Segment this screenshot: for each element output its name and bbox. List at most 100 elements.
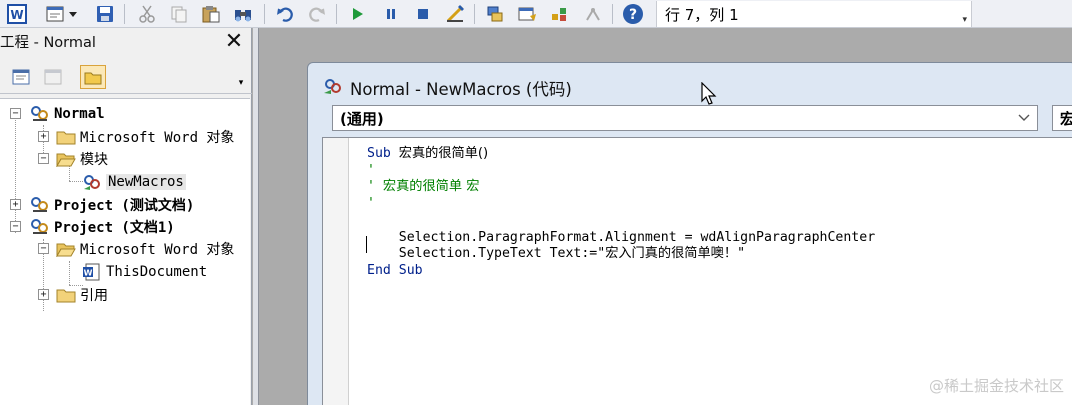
- margin-indicator-bar[interactable]: [323, 138, 349, 405]
- code-line[interactable]: ': [367, 163, 875, 180]
- code-token: 宏入门真的很简单噢！: [605, 246, 738, 262]
- toolbar-separator: [474, 4, 475, 24]
- code-token: Selection.TypeText Text:=": [367, 246, 606, 262]
- reset-icon[interactable]: [412, 3, 434, 25]
- scroll-grip-icon[interactable]: ▾: [235, 78, 247, 92]
- undo-icon[interactable]: [274, 3, 296, 25]
- close-icon[interactable]: ✕: [220, 31, 248, 55]
- paste-icon[interactable]: [200, 3, 222, 25]
- tree-node-references[interactable]: 引用: [56, 285, 108, 305]
- code-line[interactable]: Selection.TypeText Text:="宏入门真的很简单噢！": [367, 246, 875, 263]
- code-token: ': [367, 196, 375, 212]
- code-window-titlebar[interactable]: Normal - NewMacros (代码): [308, 63, 1072, 103]
- standard-toolbar: W ? 行 7，列 1 ▾: [0, 0, 1072, 28]
- collapse-toggle[interactable]: −: [10, 221, 21, 232]
- object-dropdown-value: (通用): [340, 110, 384, 128]
- tree-node-project-test[interactable]: Project (测试文档): [30, 195, 194, 215]
- tree-connector: [15, 113, 16, 233]
- code-token: ': [367, 162, 375, 178]
- svg-text:W: W: [84, 269, 93, 278]
- tree-node-project-doc1[interactable]: Project (文档1): [30, 217, 175, 237]
- project-explorer: 工程 - Normal ✕ ▾ − + − + − − + Normal Mic…: [0, 28, 252, 405]
- break-icon[interactable]: [380, 3, 402, 25]
- cursor-position-text: 行 7，列 1: [665, 6, 739, 24]
- code-token: End Sub: [367, 262, 423, 278]
- watermark-text: @稀土掘金技术社区: [928, 377, 1064, 395]
- tree-node-label: Microsoft Word 对象: [80, 130, 235, 146]
- expand-toggle[interactable]: +: [38, 289, 49, 300]
- project-tree: − + − + − − + Normal Microsoft Word 对象 模…: [0, 98, 250, 405]
- collapse-toggle[interactable]: −: [38, 243, 49, 254]
- mouse-pointer-icon: [701, 81, 717, 110]
- tree-node-ms-word-objects[interactable]: Microsoft Word 对象: [56, 239, 234, 259]
- expand-toggle[interactable]: +: [10, 199, 21, 210]
- view-object-button[interactable]: [40, 65, 66, 89]
- find-icon[interactable]: [232, 3, 254, 25]
- folder-icon: [56, 128, 76, 146]
- code-line[interactable]: [367, 213, 875, 230]
- code-line[interactable]: Selection.ParagraphFormat.Alignment = wd…: [367, 230, 875, 247]
- object-browser-icon[interactable]: [548, 3, 570, 25]
- tree-node-label: Microsoft Word 对象: [80, 242, 235, 258]
- tree-connector: [69, 181, 83, 182]
- toolbox-icon[interactable]: [582, 3, 604, 25]
- splitter[interactable]: [253, 28, 259, 405]
- view-code-button[interactable]: [8, 65, 34, 89]
- project-explorer-title: 工程 - Normal: [0, 35, 96, 51]
- code-window: Normal - NewMacros (代码) (通用) 宏 Sub 宏真的很简…: [307, 62, 1072, 405]
- tree-node-label: Project (测试文档): [54, 198, 195, 214]
- tree-node-newmacros[interactable]: NewMacros: [82, 172, 186, 192]
- design-mode-icon[interactable]: [444, 3, 466, 25]
- module-icon: [82, 173, 102, 191]
- code-line[interactable]: ' 宏真的很简单 宏: [367, 179, 875, 196]
- code-token: ': [367, 179, 383, 195]
- tree-node-label: ThisDocument: [106, 264, 208, 280]
- folder-open-icon: [56, 240, 76, 258]
- module-icon: [322, 77, 344, 99]
- procedure-dropdown[interactable]: 宏: [1052, 105, 1072, 131]
- code-line[interactable]: Sub 宏真的很简单(): [367, 146, 875, 163]
- tree-node-modules[interactable]: 模块: [56, 149, 108, 169]
- cursor-position-display: 行 7，列 1 ▾: [656, 1, 972, 27]
- code-window-title: Normal - NewMacros (代码): [350, 80, 572, 99]
- cut-icon[interactable]: [136, 3, 158, 25]
- toolbar-options-icon[interactable]: ▾: [962, 15, 967, 25]
- text-caret: [366, 236, 367, 253]
- toggle-folders-button[interactable]: [80, 65, 106, 89]
- vba-project-icon: [30, 218, 50, 236]
- collapse-toggle[interactable]: −: [38, 153, 49, 164]
- code-token: Sub: [367, 146, 399, 161]
- redo-icon[interactable]: [306, 3, 328, 25]
- save-icon[interactable]: [94, 3, 116, 25]
- code-editor[interactable]: Sub 宏真的很简单() ' ' 宏真的很简单 宏 ' Selection.Parag…: [322, 137, 1072, 405]
- project-explorer-icon[interactable]: [484, 3, 506, 25]
- word-document-icon: W: [82, 263, 102, 281]
- copy-icon[interactable]: [168, 3, 190, 25]
- collapse-toggle[interactable]: −: [10, 108, 21, 119]
- dropdown-arrow-icon[interactable]: [66, 3, 80, 25]
- folder-icon: [56, 286, 76, 304]
- code-token: 宏真的很简单(): [398, 146, 489, 161]
- chevron-down-icon: [1017, 109, 1031, 125]
- object-dropdown[interactable]: (通用): [332, 105, 1038, 131]
- help-icon[interactable]: ?: [622, 3, 644, 25]
- code-text[interactable]: Sub 宏真的很简单() ' ' 宏真的很简单 宏 ' Selection.Parag…: [367, 146, 875, 280]
- code-token: 宏真的很简单 宏: [382, 179, 480, 195]
- properties-window-icon[interactable]: [516, 3, 538, 25]
- toolbar-separator: [612, 4, 613, 24]
- tree-node-thisdocument[interactable]: W ThisDocument: [82, 262, 207, 282]
- code-line[interactable]: ': [367, 196, 875, 213]
- tree-node-label: 引用: [80, 288, 108, 304]
- run-icon[interactable]: [346, 3, 368, 25]
- tree-node-ms-word-objects[interactable]: Microsoft Word 对象: [56, 127, 234, 147]
- code-line[interactable]: End Sub: [367, 263, 875, 280]
- toolbar-separator: [336, 4, 337, 24]
- insert-userform-icon[interactable]: [44, 3, 66, 25]
- tree-node-label: Normal: [54, 106, 105, 122]
- view-word-icon[interactable]: W: [6, 3, 28, 25]
- tree-node-normal[interactable]: Normal: [30, 104, 105, 124]
- svg-text:?: ?: [629, 7, 637, 23]
- expand-toggle[interactable]: +: [38, 131, 49, 142]
- vba-project-icon: [30, 105, 50, 123]
- procedure-dropdown-value: 宏: [1060, 110, 1072, 128]
